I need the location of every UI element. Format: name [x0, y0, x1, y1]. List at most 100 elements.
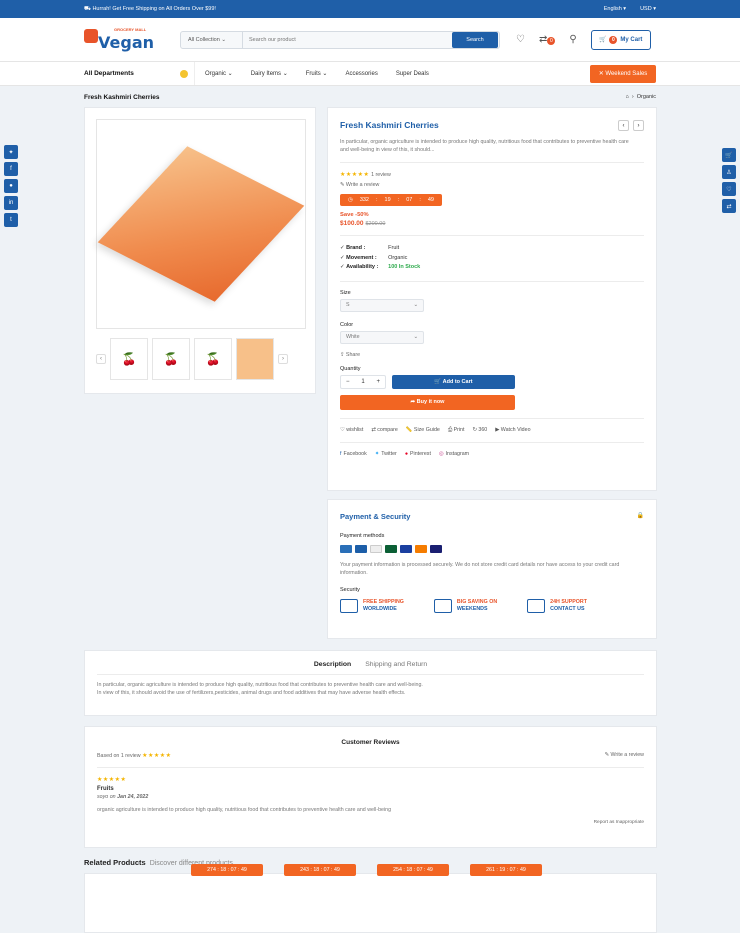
related-timer: 261 : 19 : 07 : 49 [470, 864, 542, 876]
nav-item-dairy[interactable]: Dairy Items ⌄ [251, 70, 288, 77]
prev-product-arrow[interactable]: ‹ [618, 120, 629, 131]
thumbnail[interactable]: 🍒 [152, 338, 190, 380]
compare-side-icon[interactable]: ⇄ [722, 199, 736, 213]
compare-icon[interactable]: ⇄ 0 [539, 34, 556, 45]
search-button[interactable]: Search [452, 31, 498, 48]
tab-shipping[interactable]: Shipping and Return [365, 661, 427, 668]
pinterest-side-icon[interactable]: ● [4, 179, 18, 193]
thumb-prev-arrow[interactable]: ‹ [96, 354, 106, 364]
price: $100.00 $200.00 [340, 220, 386, 227]
related-timer: 243 : 18 : 07 : 49 [284, 864, 356, 876]
nav-item-super-deals[interactable]: Super Deals [396, 71, 429, 77]
watch-video-link[interactable]: ▶ Watch Video [495, 427, 530, 434]
tumblr-side-icon[interactable]: t [4, 213, 18, 227]
search-category-select[interactable]: All Collection ⌄ [181, 31, 243, 48]
product-actions: ♡ wishlist ⇄ compare 📏 Size Guide ⎙ Prin… [340, 427, 644, 434]
rating-stars: ★★★★★ [340, 172, 370, 178]
cube-image [97, 146, 305, 302]
size-select[interactable]: S ⌄ [340, 298, 424, 312]
report-link[interactable]: Report as Inappropriate [97, 820, 644, 825]
customer-reviews: Customer Reviews Based on 1 review ★★★★★… [84, 726, 657, 848]
breadcrumb: Fresh Kashmiri Cherries ⌂ › Organic [84, 93, 656, 101]
thumbnail[interactable]: 🍒 [110, 338, 148, 380]
related-timer: 254 : 18 : 07 : 49 [377, 864, 449, 876]
main-nav: All Departments Organic ⌄ Dairy Items ⌄ … [0, 62, 740, 86]
payment-security-panel: Payment & Security 🔒 Payment methods You… [327, 499, 657, 639]
nav-item-accessories[interactable]: Accessories [345, 71, 377, 77]
breadcrumb-current: Organic [636, 94, 656, 100]
payment-card-icons [340, 545, 644, 553]
reviews-title: Customer Reviews [341, 739, 400, 746]
wishlist-side-icon[interactable]: ♡ [722, 182, 736, 196]
product-title: Fresh Kashmiri Cherries [340, 120, 439, 130]
view-360-link[interactable]: ↻ 360 [472, 427, 487, 434]
home-icon[interactable]: ⌂ [625, 94, 628, 100]
pinterest-link[interactable]: ● Pinterest [405, 451, 431, 457]
site-header: GROCERY MALL Vegan All Collection ⌄ Sear… [0, 18, 740, 62]
nav-item-fruits[interactable]: Fruits ⌄ [306, 70, 328, 77]
facebook-side-icon[interactable]: f [4, 162, 18, 176]
cart-side-icon[interactable]: 🛒 [722, 148, 736, 162]
description-text: In particular, organic agriculture is in… [97, 682, 423, 696]
cart-logo-icon [84, 28, 98, 43]
wishlist-link[interactable]: ♡ wishlist [340, 427, 363, 434]
chevron-down-icon [180, 69, 188, 78]
truck-icon [340, 599, 358, 613]
plus-icon: + [376, 378, 380, 385]
size-guide-link[interactable]: 📏 Size Guide [406, 427, 440, 434]
account-user-icon[interactable]: ⚲ [569, 34, 576, 45]
countdown-timer: ◷ 332:19:07:49 [340, 194, 442, 206]
next-product-arrow[interactable]: › [633, 120, 644, 131]
twitter-link[interactable]: ✦ Twitter [375, 451, 397, 457]
promo-text: ⛟ Hurrah! Get Free Shipping on All Order… [84, 5, 216, 12]
user-side-icon[interactable]: ♙ [722, 165, 736, 179]
compare-link[interactable]: ⇄ compare [371, 427, 398, 434]
review-author: soyo on Jan 24, 2022 [97, 794, 149, 800]
facebook-link[interactable]: f Facebook [340, 451, 367, 457]
weekend-sales-button[interactable]: ✕ Weekend Sales [590, 64, 656, 83]
big-saving-feature: BIG SAVING ON WEEKENDS [433, 599, 497, 613]
main-product-image[interactable] [96, 119, 306, 329]
page-title: Fresh Kashmiri Cherries [84, 93, 160, 101]
cart-icon: 🛒 [598, 37, 607, 43]
my-cart-button[interactable]: 🛒 0 My Cart [590, 29, 651, 50]
currency-selector[interactable]: USD ▾ [640, 6, 656, 12]
top-announcement-bar: ⛟ Hurrah! Get Free Shipping on All Order… [0, 0, 740, 18]
all-departments-menu[interactable]: All Departments [84, 69, 194, 78]
share-link[interactable]: ⇪ Share [340, 352, 644, 358]
linkedin-side-icon[interactable]: in [4, 196, 18, 210]
buy-now-button[interactable]: ➦ Buy it now [340, 394, 515, 410]
nav-item-organic[interactable]: Organic ⌄ [205, 70, 233, 77]
review-body: organic agriculture is intended to produ… [97, 807, 392, 813]
product-meta: ✓ Brand : Fruit ✓ Movement : Organic ✓ Ava… [340, 245, 421, 270]
reviews-summary: Based on 1 review ★★★★★ [97, 753, 172, 759]
payment-title: Payment & Security [340, 512, 411, 521]
product-description: In particular, organic agriculture is in… [340, 139, 629, 153]
clock-icon: ◷ [348, 197, 353, 203]
payment-note: Your payment information is processed se… [340, 562, 620, 576]
instagram-link[interactable]: ◎ Instagram [439, 451, 469, 457]
tab-description[interactable]: Description [314, 661, 351, 668]
write-review-button[interactable]: ✎ Write a review [605, 752, 644, 759]
thumbnail[interactable]: 🍒 [194, 338, 232, 380]
review-count[interactable]: 1 review [371, 172, 391, 178]
review-stars: ★★★★★ [97, 777, 127, 783]
minus-icon: − [346, 378, 350, 385]
cart-count-badge: 0 [609, 35, 618, 44]
related-products: 274 : 18 : 07 : 49 243 : 18 : 07 : 49 25… [84, 864, 657, 933]
thumbnail[interactable] [236, 338, 274, 380]
search-input[interactable] [243, 36, 452, 43]
color-select[interactable]: White ⌄ [340, 330, 424, 344]
print-link[interactable]: ⎙ Print [448, 427, 465, 434]
social-share: f Facebook ✦ Twitter ● Pinterest ◎ Instagram [340, 451, 644, 457]
twitter-side-icon[interactable]: ✦ [4, 145, 18, 159]
logo[interactable]: GROCERY MALL Vegan [84, 25, 164, 55]
thumb-next-arrow[interactable]: › [278, 354, 288, 364]
wishlist-heart-icon[interactable]: ♡ [516, 34, 525, 45]
add-to-cart-button[interactable]: 🛒 Add to Cart [392, 374, 515, 389]
language-selector[interactable]: English ▾ [604, 6, 626, 12]
quantity-stepper[interactable]: −1 + [340, 374, 386, 389]
save-badge: Save -50% [340, 212, 369, 218]
write-review-link[interactable]: ✎ Write a review [340, 182, 644, 188]
free-shipping-feature: FREE SHIPPING WORLDWIDE [340, 599, 404, 613]
